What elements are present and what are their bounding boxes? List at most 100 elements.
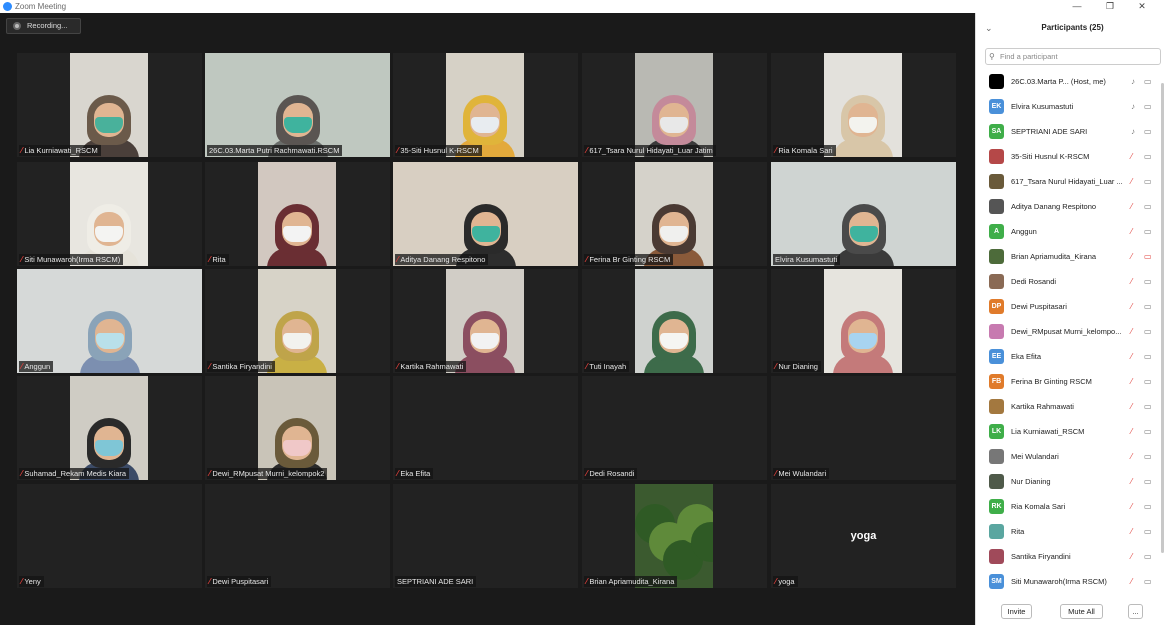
video-tile[interactable]: ⁄ Ria Komala Sari xyxy=(771,53,956,157)
video-icon[interactable]: ▭ xyxy=(1144,120,1152,143)
video-tile[interactable]: ⁄ Tuti Inayah xyxy=(582,269,767,373)
tile-name-label: ⁄ Ferina Br Ginting RSCM xyxy=(584,254,674,265)
video-tile[interactable]: ⁄ Yeny xyxy=(17,484,202,588)
participant-row[interactable]: SA SEPTRIANI ADE SARI ♪ ▭ xyxy=(976,120,1168,145)
maximize-icon[interactable]: ❐ xyxy=(1095,0,1125,13)
participant-row[interactable]: Aditya Danang Respitono ⁄ ▭ xyxy=(976,195,1168,220)
video-tile[interactable]: ⁄ Rita xyxy=(205,162,390,266)
mic-muted-icon[interactable]: ⁄ xyxy=(1131,245,1132,268)
mic-muted-icon[interactable]: ⁄ xyxy=(1131,470,1132,493)
participant-row[interactable]: Nur Dianing ⁄ ▭ xyxy=(976,470,1168,495)
invite-button[interactable]: Invite xyxy=(1001,604,1032,619)
mic-muted-icon[interactable]: ⁄ xyxy=(1131,445,1132,468)
video-icon[interactable]: ▭ xyxy=(1144,170,1152,193)
mic-muted-icon[interactable]: ⁄ xyxy=(1131,495,1132,518)
video-icon[interactable]: ▭ xyxy=(1144,395,1152,418)
mic-muted-icon[interactable]: ⁄ xyxy=(1131,170,1132,193)
mic-muted-icon[interactable]: ⁄ xyxy=(1131,270,1132,293)
video-icon[interactable]: ▭ xyxy=(1144,570,1152,593)
video-icon[interactable]: ▭ xyxy=(1144,95,1152,118)
close-icon[interactable]: ✕ xyxy=(1127,0,1157,13)
mic-muted-icon[interactable]: ⁄ xyxy=(1131,345,1132,368)
video-tile[interactable]: ⁄ Ferina Br Ginting RSCM xyxy=(582,162,767,266)
mic-muted-icon[interactable]: ⁄ xyxy=(1131,320,1132,343)
video-icon[interactable]: ▭ xyxy=(1144,420,1152,443)
video-icon[interactable]: ▭ xyxy=(1144,220,1152,243)
participant-row[interactable]: Mei Wulandari ⁄ ▭ xyxy=(976,445,1168,470)
video-tile[interactable]: ⁄ Siti Munawaroh(Irma RSCM) xyxy=(17,162,202,266)
participant-row[interactable]: FB Ferina Br Ginting RSCM ⁄ ▭ xyxy=(976,370,1168,395)
video-icon[interactable]: ▭ xyxy=(1144,470,1152,493)
mic-muted-icon[interactable]: ⁄ xyxy=(1131,145,1132,168)
video-tile[interactable]: ⁄ Santika Firyandini xyxy=(205,269,390,373)
video-tile[interactable]: ⁄ Nur Dianing xyxy=(771,269,956,373)
participant-row[interactable]: RK Ria Komala Sari ⁄ ▭ xyxy=(976,495,1168,520)
participant-row[interactable]: SM Siti Munawaroh(Irma RSCM) ⁄ ▭ xyxy=(976,570,1168,595)
minimize-icon[interactable]: — xyxy=(1062,0,1092,13)
video-tile[interactable]: Elvira Kusumastuti xyxy=(771,162,956,266)
video-icon[interactable]: ▭ xyxy=(1144,295,1152,318)
video-tile[interactable]: ⁄ Lia Kurniawati_RSCM xyxy=(17,53,202,157)
participant-row[interactable]: 26C.03.Marta P... (Host, me) ♪ ▭ xyxy=(976,70,1168,95)
mic-muted-icon[interactable]: ⁄ xyxy=(1131,220,1132,243)
participant-row[interactable]: Rita ⁄ ▭ xyxy=(976,520,1168,545)
participant-row[interactable]: LK Lia Kurniawati_RSCM ⁄ ▭ xyxy=(976,420,1168,445)
video-tile[interactable]: ⁄ Anggun xyxy=(17,269,202,373)
recording-indicator[interactable]: Recording... xyxy=(6,18,81,34)
participant-row[interactable]: Santika Firyandini ⁄ ▭ xyxy=(976,545,1168,570)
video-tile[interactable]: ⁄ Suhamad_Rekam Medis Kiara xyxy=(17,376,202,480)
participant-row[interactable]: Dewi_RMpusat Murni_kelompo... ⁄ ▭ xyxy=(976,320,1168,345)
more-options-button[interactable]: ... xyxy=(1128,604,1143,619)
video-icon[interactable]: ▭ xyxy=(1144,370,1152,393)
participant-row[interactable]: Brian Apriamudita_Kirana ⁄ ▭ xyxy=(976,245,1168,270)
video-icon[interactable]: ▭ xyxy=(1144,195,1152,218)
participant-row[interactable]: Kartika Rahmawati ⁄ ▭ xyxy=(976,395,1168,420)
video-tile[interactable]: ⁄ Dewi Puspitasari xyxy=(205,484,390,588)
mic-muted-icon[interactable]: ⁄ xyxy=(1131,520,1132,543)
mic-icon[interactable]: ♪ xyxy=(1131,70,1135,93)
participant-row[interactable]: 617_Tsara Nurul Hidayati_Luar ... ⁄ ▭ xyxy=(976,170,1168,195)
video-tile[interactable]: 26C.03.Marta Putri Rachmawati.RSCM xyxy=(205,53,390,157)
video-icon[interactable]: ▭ xyxy=(1144,495,1152,518)
participant-row[interactable]: A Anggun ⁄ ▭ xyxy=(976,220,1168,245)
participant-row[interactable]: Dedi Rosandi ⁄ ▭ xyxy=(976,270,1168,295)
video-icon[interactable]: ▭ xyxy=(1144,445,1152,468)
mic-icon[interactable]: ♪ xyxy=(1131,95,1135,118)
chevron-down-icon[interactable]: ⌄ xyxy=(985,13,993,43)
video-icon[interactable]: ▭ xyxy=(1144,520,1152,543)
video-icon[interactable]: ▭ xyxy=(1144,345,1152,368)
video-off-icon[interactable]: ▭ xyxy=(1144,245,1152,268)
mic-muted-icon[interactable]: ⁄ xyxy=(1131,395,1132,418)
participant-search-input[interactable]: ⚲ Find a participant xyxy=(985,48,1161,65)
participant-list-scrollbar[interactable] xyxy=(1161,83,1164,553)
mic-muted-icon[interactable]: ⁄ xyxy=(1131,545,1132,568)
video-icon[interactable]: ▭ xyxy=(1144,145,1152,168)
participant-row[interactable]: EE Eka Efita ⁄ ▭ xyxy=(976,345,1168,370)
video-tile[interactable]: ⁄ Dedi Rosandi xyxy=(582,376,767,480)
video-tile[interactable]: ⁄ Kartika Rahmawati xyxy=(393,269,578,373)
mute-all-button[interactable]: Mute All xyxy=(1060,604,1103,619)
video-tile[interactable]: ⁄ Dewi_RMpusat Murni_kelompok2 xyxy=(205,376,390,480)
mic-muted-icon[interactable]: ⁄ xyxy=(1131,570,1132,593)
video-tile[interactable]: yoga ⁄ yoga xyxy=(771,484,956,588)
mic-muted-icon[interactable]: ⁄ xyxy=(1131,420,1132,443)
video-icon[interactable]: ▭ xyxy=(1144,545,1152,568)
mic-muted-icon[interactable]: ⁄ xyxy=(1131,370,1132,393)
mic-icon[interactable]: ♪ xyxy=(1131,120,1135,143)
video-icon[interactable]: ▭ xyxy=(1144,70,1152,93)
video-tile[interactable]: ⁄ Eka Efita xyxy=(393,376,578,480)
video-tile[interactable]: ⁄ 35-Siti Husnul K-RSCM xyxy=(393,53,578,157)
participant-row[interactable]: 35-Siti Husnul K-RSCM ⁄ ▭ xyxy=(976,145,1168,170)
video-tile[interactable]: ⁄ Brian Apriamudita_Kirana xyxy=(582,484,767,588)
video-tile[interactable]: SEPTRIANI ADE SARI xyxy=(393,484,578,588)
video-tile[interactable]: ⁄ Aditya Danang Respitono xyxy=(393,162,578,266)
video-tile[interactable]: ⁄ 617_Tsara Nurul Hidayati_Luar Jatim xyxy=(582,53,767,157)
video-icon[interactable]: ▭ xyxy=(1144,320,1152,343)
participant-row[interactable]: EK Elvira Kusumastuti ♪ ▭ xyxy=(976,95,1168,120)
avatar: SM xyxy=(989,574,1004,589)
video-tile[interactable]: ⁄ Mei Wulandari xyxy=(771,376,956,480)
mic-muted-icon[interactable]: ⁄ xyxy=(1131,295,1132,318)
mic-muted-icon[interactable]: ⁄ xyxy=(1131,195,1132,218)
video-icon[interactable]: ▭ xyxy=(1144,270,1152,293)
participant-row[interactable]: DP Dewi Puspitasari ⁄ ▭ xyxy=(976,295,1168,320)
